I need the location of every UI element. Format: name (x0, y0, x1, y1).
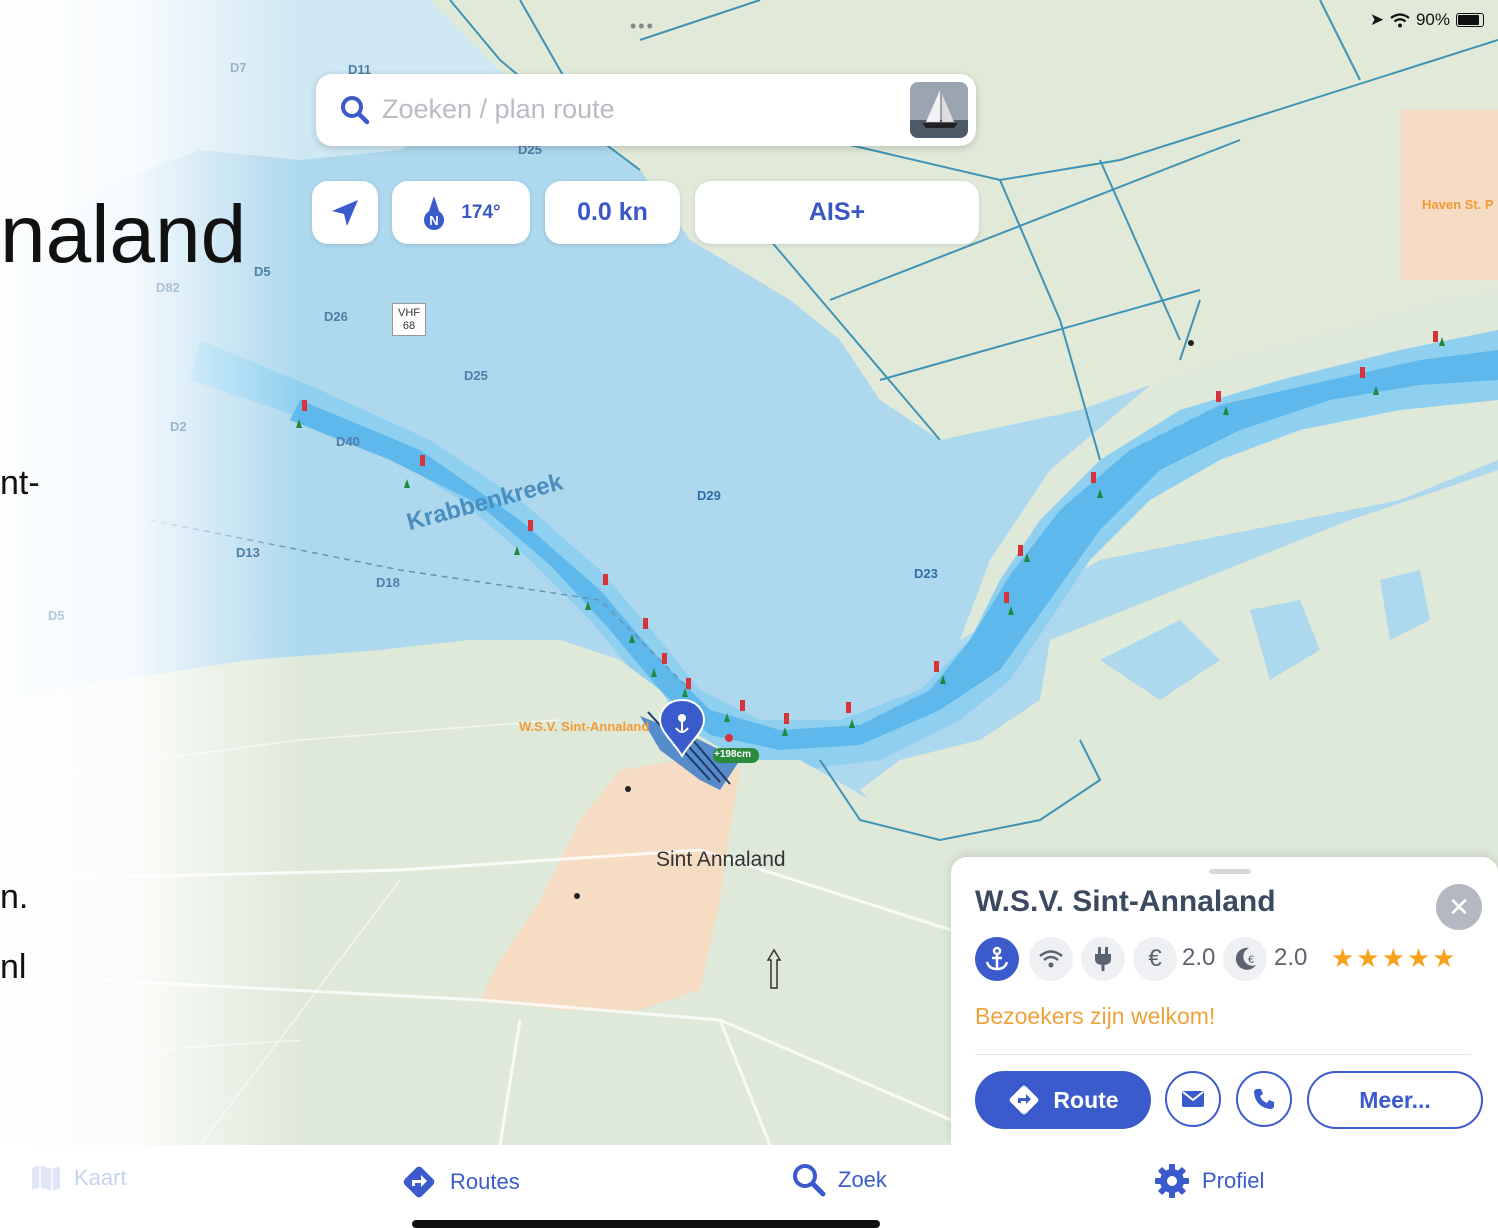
power-amenity (1081, 937, 1125, 981)
ghost-text-4: nl (0, 948, 27, 986)
heading-value: 174° (461, 201, 501, 223)
depth-label: D5 (48, 608, 65, 623)
moon-euro-icon: € (1235, 947, 1256, 970)
ghost-text-2: nt- (0, 464, 40, 502)
tab-routes-label: Routes (450, 1169, 520, 1194)
depth-label: D13 (236, 545, 260, 560)
speed-value: 0.0 kn (577, 198, 648, 226)
tide-badge: +198cm (714, 749, 751, 760)
marina-title: W.S.V. Sint-Annaland (975, 885, 1276, 918)
route-diamond-icon (403, 1166, 435, 1198)
close-icon: ✕ (1448, 891, 1470, 922)
ais-button[interactable]: AIS+ (695, 181, 979, 244)
tab-kaart-label: Kaart (74, 1165, 127, 1190)
price-day-value: 2.0 (1182, 944, 1216, 971)
close-button[interactable]: ✕ (1436, 884, 1482, 930)
email-button[interactable] (1165, 1071, 1221, 1127)
anchor-badge (975, 937, 1019, 981)
vhf-sign: VHF 68 (392, 303, 426, 336)
overlay-ghost-panel (0, 0, 300, 1145)
tab-bar: Kaart Routes Zoek Profiel (0, 1145, 1498, 1228)
marina-detail-sheet[interactable]: W.S.V. Sint-Annaland ✕ € 2.0 € 2.0 ★★★★★… (951, 857, 1498, 1145)
location-arrow-icon: ➤ (1369, 10, 1384, 29)
locate-button[interactable] (312, 181, 378, 244)
status-bar: ➤ 90% (1370, 10, 1484, 30)
rating-stars: ★★★★★ (1331, 943, 1458, 973)
depth-label: D82 (156, 280, 180, 295)
vhf-channel: 68 (402, 320, 416, 332)
phone-icon (1254, 1089, 1274, 1109)
battery-icon (1456, 13, 1484, 27)
multitasking-dots[interactable]: ••• (630, 16, 655, 37)
depth-label: D25 (464, 368, 488, 383)
price-day-amenity: € (1133, 937, 1177, 981)
ghost-text-1: naland (0, 189, 247, 280)
marina-label[interactable]: W.S.V. Sint-Annaland (519, 719, 649, 734)
search-icon (793, 1164, 826, 1197)
envelope-icon (1182, 1091, 1204, 1107)
map-icon (32, 1165, 60, 1191)
battery-percent: 90% (1415, 10, 1450, 29)
gear-icon (1155, 1164, 1189, 1198)
more-button[interactable]: Meer... (1307, 1071, 1483, 1129)
tab-profiel[interactable]: Profiel (1154, 1163, 1264, 1199)
depth-label: D26 (324, 309, 348, 324)
tab-routes[interactable]: Routes (400, 1163, 520, 1201)
anchor-icon (985, 946, 1009, 971)
depth-label: D18 (376, 575, 400, 590)
wifi-icon (1390, 12, 1410, 27)
divider (975, 1054, 1471, 1055)
harbour-label[interactable]: Haven St. P (1422, 197, 1494, 212)
town-label: Sint Annaland (656, 848, 786, 871)
tab-kaart[interactable]: Kaart (30, 1163, 127, 1193)
compass-north-icon: N (424, 195, 445, 230)
vhf-label: VHF (398, 307, 420, 319)
ghost-text-3: n. (0, 878, 29, 916)
home-indicator[interactable] (412, 1220, 880, 1228)
tab-profiel-label: Profiel (1202, 1168, 1265, 1193)
call-button[interactable] (1236, 1071, 1292, 1127)
welcome-message: Bezoekers zijn welkom! (975, 1003, 1216, 1029)
profile-avatar[interactable] (910, 82, 968, 138)
svg-text:N: N (430, 213, 439, 228)
speed-button[interactable]: 0.0 kn (545, 181, 680, 244)
route-diamond-icon (1010, 1085, 1039, 1115)
depth-label: D40 (336, 434, 360, 449)
price-night-amenity: € (1223, 937, 1267, 981)
route-button-label: Route (1053, 1086, 1119, 1113)
search-bar[interactable]: Zoeken / plan route (316, 74, 976, 146)
tab-zoek[interactable]: Zoek (792, 1163, 887, 1197)
sheet-grab-handle[interactable] (1209, 869, 1251, 874)
heading-button[interactable]: N 174° (392, 181, 530, 244)
depth-label: D5 (254, 264, 271, 279)
route-button[interactable]: Route (975, 1071, 1151, 1129)
search-placeholder[interactable]: Zoeken / plan route (382, 94, 615, 125)
search-icon (341, 96, 370, 125)
ais-label: AIS+ (808, 198, 866, 226)
tab-zoek-label: Zoek (838, 1167, 887, 1192)
price-night-value: 2.0 (1274, 944, 1308, 971)
plug-icon (1095, 947, 1111, 971)
depth-label: D2 (170, 419, 187, 434)
depth-label: D29 (697, 488, 721, 503)
depth-label: D23 (914, 566, 938, 581)
wifi-icon (1039, 950, 1063, 968)
navigation-arrow-icon (332, 199, 358, 226)
wifi-amenity (1029, 937, 1073, 981)
depth-label: D7 (230, 60, 247, 75)
svg-text:€: € (1248, 954, 1254, 966)
euro-icon: € (1148, 945, 1162, 972)
